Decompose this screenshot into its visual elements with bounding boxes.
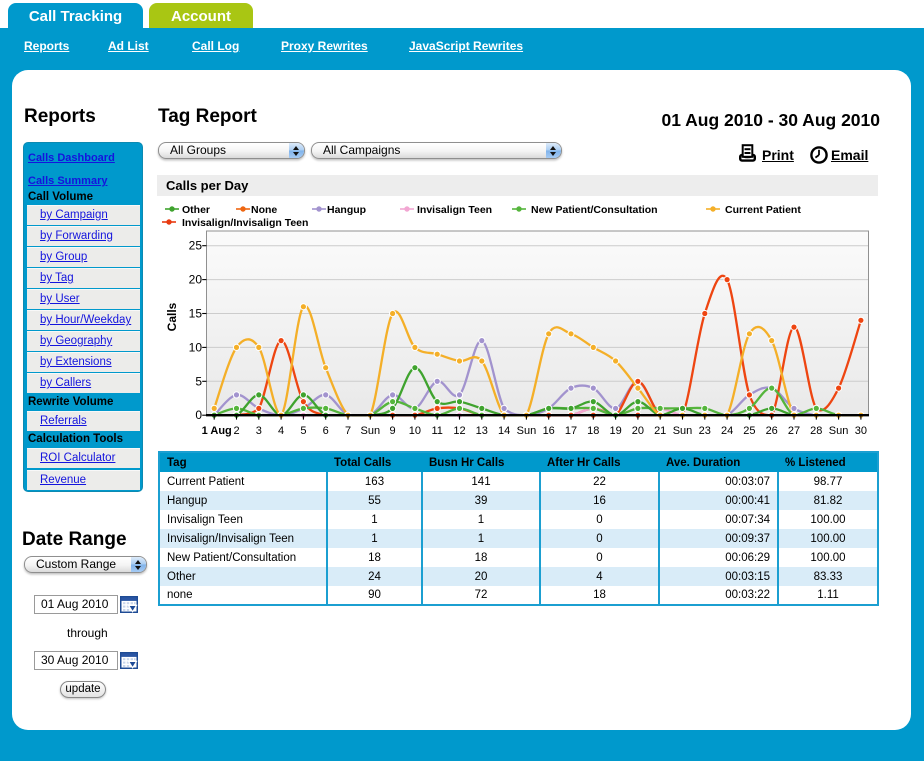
svg-text:1 Aug: 1 Aug xyxy=(202,425,232,437)
svg-text:20: 20 xyxy=(632,425,644,437)
svg-text:5: 5 xyxy=(195,374,202,388)
svg-text:15: 15 xyxy=(189,307,203,321)
svg-text:Sun: Sun xyxy=(673,425,693,437)
svg-text:27: 27 xyxy=(788,425,800,437)
svg-text:30: 30 xyxy=(855,425,867,437)
svg-text:Sun: Sun xyxy=(829,425,849,437)
svg-text:21: 21 xyxy=(654,425,666,437)
svg-text:19: 19 xyxy=(609,425,621,437)
svg-text:20: 20 xyxy=(189,273,203,287)
svg-text:26: 26 xyxy=(766,425,778,437)
svg-text:10: 10 xyxy=(189,340,203,354)
svg-text:25: 25 xyxy=(189,239,203,253)
svg-text:Sun: Sun xyxy=(361,425,381,437)
svg-text:10: 10 xyxy=(409,425,421,437)
svg-text:11: 11 xyxy=(431,425,442,437)
svg-text:5: 5 xyxy=(300,425,306,437)
svg-text:2: 2 xyxy=(233,425,239,437)
svg-text:3: 3 xyxy=(256,425,262,437)
svg-text:7: 7 xyxy=(345,425,351,437)
svg-text:6: 6 xyxy=(323,425,329,437)
svg-text:0: 0 xyxy=(195,408,202,422)
svg-text:Sun: Sun xyxy=(517,425,537,437)
svg-text:28: 28 xyxy=(810,425,822,437)
svg-text:24: 24 xyxy=(721,425,733,437)
svg-text:25: 25 xyxy=(743,425,755,437)
svg-text:16: 16 xyxy=(543,425,555,437)
svg-text:18: 18 xyxy=(587,425,599,437)
svg-text:12: 12 xyxy=(453,425,465,437)
svg-text:4: 4 xyxy=(278,425,284,437)
svg-text:9: 9 xyxy=(390,425,396,437)
svg-text:17: 17 xyxy=(565,425,577,437)
svg-text:Calls: Calls xyxy=(165,302,179,331)
svg-text:13: 13 xyxy=(476,425,488,437)
svg-text:23: 23 xyxy=(699,425,711,437)
svg-text:14: 14 xyxy=(498,425,510,437)
